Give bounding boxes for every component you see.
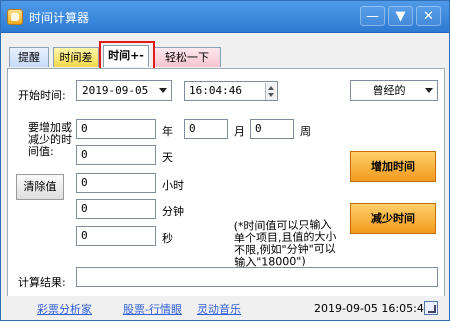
chevron-down-icon: [425, 88, 433, 93]
stock-quotes-link[interactable]: 股票-行情眼: [123, 301, 182, 317]
start-time-label: 开始时间:: [18, 89, 66, 102]
second-unit-label: 秒: [162, 232, 173, 245]
hour-input[interactable]: 0: [76, 173, 156, 193]
minimize-button[interactable]: —: [360, 6, 385, 26]
start-date-picker[interactable]: 2019-09-05: [76, 80, 172, 101]
week-input[interactable]: 0: [250, 119, 294, 139]
start-time-value: 16:04:46: [189, 84, 242, 97]
tab-time-difference[interactable]: 时间差: [53, 47, 99, 67]
window-title: 时间计算器: [29, 11, 90, 25]
title-bar: 时间计算器 — ▼ ✕: [1, 1, 449, 33]
time-spin-icon[interactable]: [265, 83, 276, 100]
year-unit-label: 年: [162, 125, 173, 138]
result-field[interactable]: [76, 267, 438, 287]
day-unit-label: 天: [162, 151, 173, 164]
music-link[interactable]: 灵动音乐: [197, 301, 241, 317]
start-time-input[interactable]: 16:04:46: [184, 81, 278, 101]
preset-dropdown[interactable]: 曾经的: [350, 80, 438, 101]
window-menu-button[interactable]: ▼: [388, 6, 413, 26]
clear-values-button[interactable]: 清除值: [16, 174, 64, 200]
tab-reminder[interactable]: 提醒: [9, 47, 49, 67]
subtract-time-button[interactable]: 减少时间: [350, 203, 436, 234]
month-input[interactable]: 0: [184, 119, 228, 139]
result-label: 计算结果:: [18, 276, 66, 289]
year-input[interactable]: 0: [76, 119, 156, 139]
close-button[interactable]: ✕: [416, 6, 441, 26]
tab-relax[interactable]: 轻松一下: [153, 47, 221, 67]
time-plus-minus-panel: 开始时间: 2019-09-05 16:04:46 曾经的 要增加或减少的时间值…: [7, 68, 445, 316]
time-calculator-window: 时间计算器 — ▼ ✕ 提醒 时间差 时间+- 轻松一下 开始时间: 2019-…: [0, 0, 450, 321]
day-input[interactable]: 0: [76, 145, 156, 165]
resize-icon[interactable]: [424, 301, 438, 315]
add-time-button[interactable]: 增加时间: [350, 151, 436, 182]
month-unit-label: 月: [234, 125, 245, 138]
lottery-analyst-link[interactable]: 彩票分析家: [37, 301, 92, 317]
week-unit-label: 周: [300, 125, 311, 138]
hour-unit-label: 小时: [162, 179, 184, 192]
preset-value: 曾经的: [372, 84, 406, 97]
minute-input[interactable]: 0: [76, 199, 156, 219]
chevron-down-icon: [159, 88, 167, 93]
start-date-value: 2019-09-05: [82, 84, 149, 97]
adjust-time-label: 要增加或减少的时间值:: [28, 121, 72, 158]
status-bar: 彩票分析家 股票-行情眼 灵动音乐 2019-09-05 16:05:44: [7, 296, 445, 316]
minute-unit-label: 分钟: [162, 205, 184, 218]
input-hint-note: (*时间值可以只输入单个项目,且值的大小不限,例如"分钟"可以输入"18000"…: [233, 218, 337, 269]
second-input[interactable]: 0: [76, 226, 156, 246]
app-icon: [7, 9, 23, 25]
status-datetime: 2019-09-05 16:05:44: [314, 302, 431, 315]
